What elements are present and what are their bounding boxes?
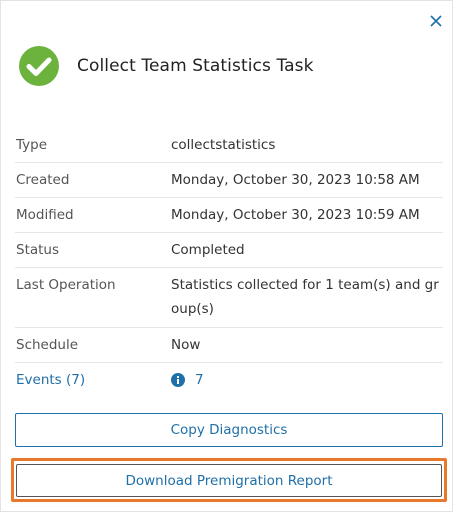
property-row-status: Status Completed bbox=[15, 233, 443, 268]
property-row-schedule: Schedule Now bbox=[15, 328, 443, 363]
property-row-type: Type collectstatistics bbox=[15, 128, 443, 163]
info-icon bbox=[171, 373, 185, 387]
property-value: collectstatistics bbox=[171, 137, 276, 153]
copy-diagnostics-button[interactable]: Copy Diagnostics bbox=[15, 413, 443, 447]
property-row-created: Created Monday, October 30, 2023 10:58 A… bbox=[15, 163, 443, 198]
property-row-modified: Modified Monday, October 30, 2023 10:59 … bbox=[15, 198, 443, 233]
property-value: Completed bbox=[171, 242, 245, 258]
property-value: Now bbox=[171, 337, 201, 353]
task-title: Collect Team Statistics Task bbox=[77, 56, 314, 76]
close-icon bbox=[430, 15, 442, 27]
property-value: Monday, October 30, 2023 10:58 AM bbox=[171, 172, 420, 188]
property-label: Modified bbox=[16, 207, 74, 223]
task-details-panel: Collect Team Statistics Task Type collec… bbox=[0, 0, 453, 512]
check-circle-icon bbox=[19, 46, 59, 86]
panel-header: Collect Team Statistics Task bbox=[18, 45, 314, 87]
property-value: Statistics collected for 1 team(s) and g… bbox=[171, 277, 439, 317]
properties-list: Type collectstatistics Created Monday, O… bbox=[15, 128, 443, 398]
property-label: Type bbox=[16, 137, 48, 153]
property-label: Status bbox=[16, 242, 60, 258]
download-premigration-report-button[interactable]: Download Premigration Report bbox=[16, 464, 442, 497]
property-row-last-operation: Last Operation Statistics collected for … bbox=[15, 268, 443, 328]
property-row-events: Events (7) 7 bbox=[15, 363, 443, 398]
info-count: 7 bbox=[195, 372, 204, 388]
close-button[interactable] bbox=[426, 11, 446, 31]
property-label: Schedule bbox=[16, 337, 79, 353]
property-label: Last Operation bbox=[16, 277, 116, 293]
events-link[interactable]: Events (7) bbox=[15, 368, 171, 392]
property-value: Monday, October 30, 2023 10:59 AM bbox=[171, 207, 420, 223]
events-info-count[interactable]: 7 bbox=[171, 368, 439, 392]
property-label: Created bbox=[16, 172, 70, 188]
